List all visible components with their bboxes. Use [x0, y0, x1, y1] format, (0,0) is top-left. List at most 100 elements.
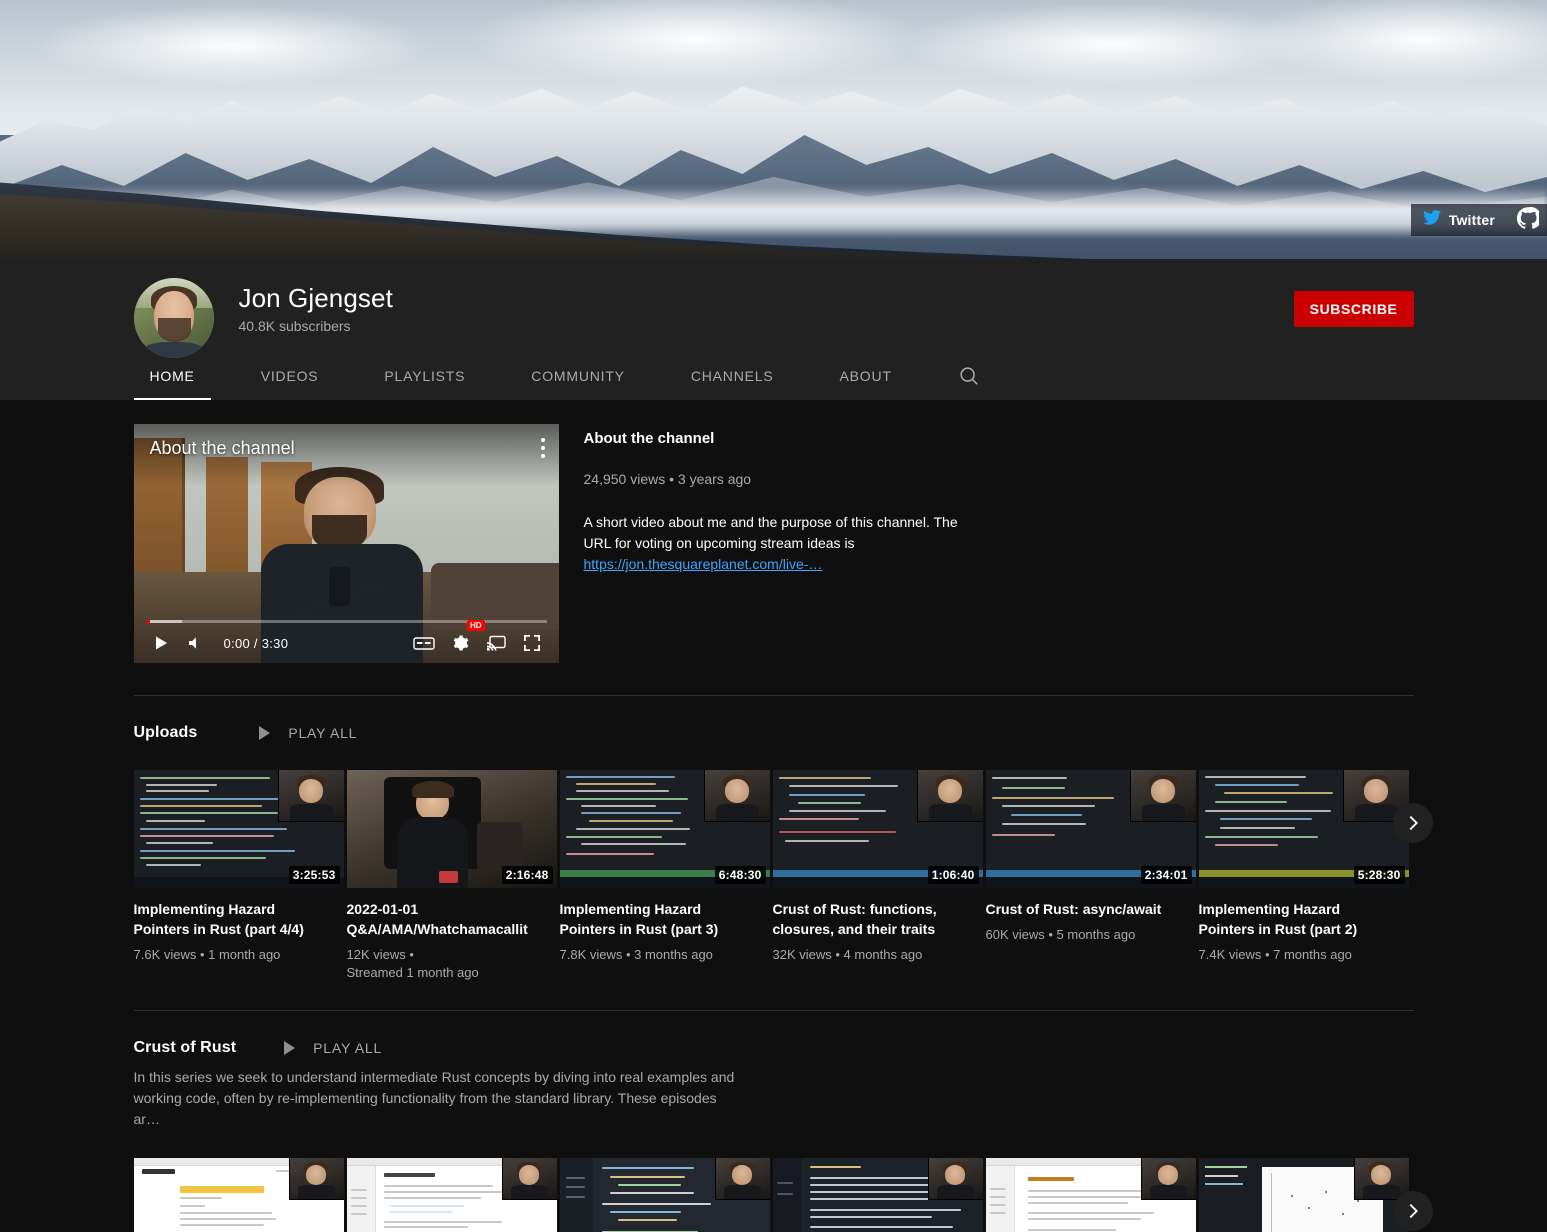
video-thumbnail[interactable]: 2:37:53: [1198, 1158, 1409, 1232]
channel-header: Jon Gjengset 40.8K subscribers SUBSCRIBE…: [0, 259, 1547, 400]
video-thumbnail[interactable]: 2:16:48: [346, 770, 557, 888]
video-meta: 12K views • Streamed 1 month ago: [346, 947, 479, 980]
video-meta: 32K views • 4 months ago: [772, 947, 923, 962]
search-icon[interactable]: [942, 352, 996, 400]
cast-icon[interactable]: [479, 626, 513, 660]
github-icon: [1516, 206, 1542, 234]
video-meta: 7.6K views • 1 month ago: [133, 947, 281, 962]
play-all-uploads-label: PLAY ALL: [288, 725, 358, 741]
banner-link-twitter-label: Twitter: [1448, 212, 1495, 228]
video-card[interactable]: 2:16:48 2022-01-01 Q&A/AMA/Whatchamacall…: [346, 770, 557, 982]
chevron-right-icon: [1409, 815, 1418, 831]
hd-badge: HD: [466, 620, 485, 631]
subscribe-button[interactable]: SUBSCRIBE: [1293, 291, 1414, 327]
twitter-icon: [1422, 210, 1441, 230]
featured-video-stats: 24,950 views • 3 years ago: [583, 471, 752, 487]
featured-video-section: About the channel 0:00 / 3:30 HD About t…: [133, 400, 1414, 696]
shelf-title-uploads[interactable]: Uploads: [134, 724, 198, 742]
video-card[interactable]: 2:34:01 Crust of Rust: async/await 60K v…: [985, 770, 1196, 982]
video-title[interactable]: Implementing Hazard Pointers in Rust (pa…: [134, 899, 334, 939]
player-controls: 0:00 / 3:30 HD: [134, 620, 559, 663]
featured-video-title[interactable]: About the channel: [584, 430, 974, 447]
video-card[interactable]: 1:33:23: [133, 1158, 344, 1232]
player-progress-bar[interactable]: [145, 620, 547, 623]
video-thumbnail[interactable]: 3:25:53: [133, 770, 344, 888]
banner-link-group: Twitter: [1410, 204, 1547, 236]
video-card[interactable]: 1:26:27: [559, 1158, 770, 1232]
more-options-icon[interactable]: [540, 438, 545, 462]
video-thumbnail[interactable]: 1:43:12: [985, 1158, 1196, 1232]
page-title: Jon Gjengset: [238, 283, 393, 313]
banner-link-github[interactable]: [1509, 204, 1547, 236]
play-all-crust-button[interactable]: PLAY ALL: [284, 1040, 382, 1056]
banner-link-twitter[interactable]: Twitter: [1410, 204, 1509, 236]
settings-gear-icon[interactable]: HD: [443, 620, 485, 660]
video-title[interactable]: 2022-01-01 Q&A/AMA/Whatchamacallit: [347, 899, 547, 939]
play-triangle-icon: [284, 1041, 296, 1055]
video-thumbnail[interactable]: 1:26:27: [559, 1158, 770, 1232]
featured-video-player[interactable]: About the channel 0:00 / 3:30 HD: [133, 424, 559, 663]
video-card[interactable]: 3:25:53 Implementing Hazard Pointers in …: [133, 770, 344, 982]
video-card[interactable]: 1:36:11: [346, 1158, 557, 1232]
player-time-display: 0:00 / 3:30: [223, 635, 289, 651]
featured-description-link[interactable]: https://jon.thesquareplanet.com/live-…: [584, 554, 974, 575]
video-thumbnail[interactable]: 1:36:11: [346, 1158, 557, 1232]
video-card[interactable]: 1:43:12: [985, 1158, 1196, 1232]
video-card[interactable]: 2:37:53: [1198, 1158, 1409, 1232]
video-card[interactable]: 6:48:30 Implementing Hazard Pointers in …: [559, 770, 770, 982]
tab-playlists[interactable]: PLAYLISTS: [368, 352, 481, 400]
shelf-uploads: Uploads PLAY ALL 3:25:53 Implementing Ha…: [133, 696, 1433, 982]
play-all-uploads-button[interactable]: PLAY ALL: [259, 725, 357, 741]
tab-about[interactable]: ABOUT: [823, 352, 907, 400]
video-duration: 2:16:48: [501, 866, 553, 884]
video-duration: 1:06:40: [927, 866, 979, 884]
video-title[interactable]: Crust of Rust: async/await: [986, 899, 1186, 919]
carousel-next-button[interactable]: [1392, 803, 1433, 843]
channel-banner: Twitter: [0, 0, 1547, 259]
video-thumbnail[interactable]: 5:28:30: [1198, 770, 1409, 888]
player-video-title: About the channel: [149, 438, 295, 458]
featured-video-description: A short video about me and the purpose o…: [584, 512, 974, 575]
video-title[interactable]: Implementing Hazard Pointers in Rust (pa…: [1199, 899, 1399, 939]
video-title[interactable]: Crust of Rust: functions, closures, and …: [773, 899, 973, 939]
video-thumbnail[interactable]: 2:03:04: [772, 1158, 983, 1232]
volume-icon[interactable]: [180, 626, 214, 660]
shelf-title-crust-of-rust[interactable]: Crust of Rust: [134, 1039, 237, 1057]
video-meta: 7.8K views • 3 months ago: [559, 947, 713, 962]
video-thumbnail[interactable]: 6:48:30: [559, 770, 770, 888]
video-thumbnail[interactable]: 2:34:01: [985, 770, 1196, 888]
featured-video-meta: About the channel 24,950 views • 3 years…: [584, 424, 974, 663]
captions-icon[interactable]: [407, 626, 441, 660]
tab-community[interactable]: COMMUNITY: [515, 352, 641, 400]
video-thumbnail[interactable]: 1:33:23: [133, 1158, 344, 1232]
fullscreen-icon[interactable]: [515, 626, 549, 660]
shelf-crust-of-rust: Crust of Rust PLAY ALL In this series we…: [133, 1011, 1433, 1232]
channel-content: About the channel 0:00 / 3:30 HD About t…: [133, 400, 1433, 1232]
video-duration: 6:48:30: [714, 866, 766, 884]
carousel-next-button[interactable]: [1392, 1191, 1433, 1231]
video-meta: 60K views • 5 months ago: [985, 927, 1136, 942]
video-duration: 2:34:01: [1140, 866, 1192, 884]
tab-videos[interactable]: VIDEOS: [245, 352, 335, 400]
video-thumbnail[interactable]: 1:06:40: [772, 770, 983, 888]
play-button[interactable]: [144, 626, 178, 660]
avatar[interactable]: [133, 278, 214, 358]
tab-channels[interactable]: CHANNELS: [675, 352, 790, 400]
crust-of-rust-carousel: 1:33:23: [133, 1158, 1433, 1232]
tab-home[interactable]: HOME: [133, 352, 211, 400]
video-meta: 7.4K views • 7 months ago: [1198, 947, 1352, 962]
play-all-crust-label: PLAY ALL: [313, 1040, 383, 1056]
uploads-carousel: 3:25:53 Implementing Hazard Pointers in …: [133, 770, 1433, 982]
chevron-right-icon: [1409, 1203, 1418, 1219]
shelf-description: In this series we seek to understand int…: [133, 1069, 735, 1127]
subscriber-count: 40.8K subscribers: [238, 318, 351, 334]
video-title[interactable]: Implementing Hazard Pointers in Rust (pa…: [560, 899, 760, 939]
play-triangle-icon: [259, 726, 271, 740]
video-duration: 5:28:30: [1353, 866, 1405, 884]
channel-tab-bar: HOME VIDEOS PLAYLISTS COMMUNITY CHANNELS…: [133, 352, 1414, 400]
video-duration: 3:25:53: [288, 866, 340, 884]
video-card[interactable]: 5:28:30 Implementing Hazard Pointers in …: [1198, 770, 1409, 982]
video-card[interactable]: 1:06:40 Crust of Rust: functions, closur…: [772, 770, 983, 982]
featured-description-text: A short video about me and the purpose o…: [583, 514, 958, 551]
video-card[interactable]: 2:03:04: [772, 1158, 983, 1232]
